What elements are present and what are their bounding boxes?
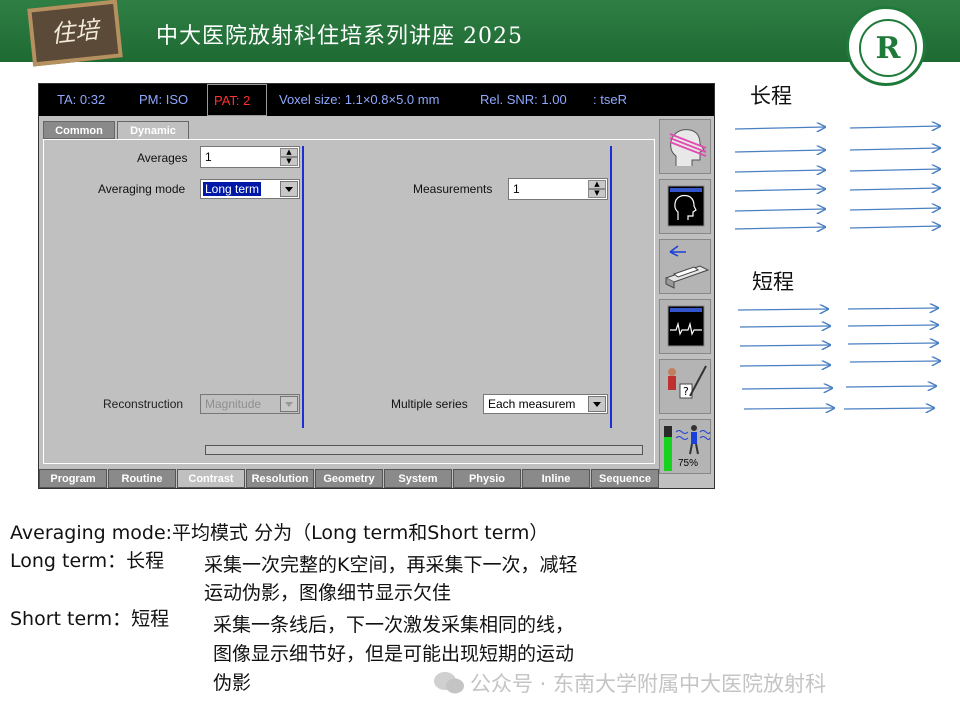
status-snr: Rel. SNR: 1.00 <box>480 92 567 107</box>
status-bar: TA: 0:32 PM: ISO PAT: 2 Voxel size: 1.1×… <box>39 84 714 116</box>
note-short-term-desc1: 采集一条线后，下一次激发采集相同的线， <box>213 614 575 636</box>
long-term-arrows <box>734 115 950 240</box>
averaging-mode-value: Long term <box>201 181 263 197</box>
status-ta: TA: 0:32 <box>57 92 106 107</box>
progress-bar <box>205 445 643 455</box>
note-long-term-desc2: 运动伪影，图像细节显示欠佳 <box>204 582 452 604</box>
patient-table-icon <box>664 245 710 289</box>
status-pat: PAT: 2 <box>214 93 251 108</box>
tab-inline[interactable]: Inline <box>522 469 590 488</box>
measurements-value: 1 <box>513 182 520 196</box>
tab-program[interactable]: Program <box>39 469 107 488</box>
averages-label: Averages <box>137 151 188 165</box>
measurements-stepper[interactable]: 1 ▲ ▼ <box>508 178 608 200</box>
tab-physio[interactable]: Physio <box>453 469 521 488</box>
averaging-mode-label: Averaging mode <box>98 182 186 196</box>
patient-help-icon: ? <box>668 365 707 399</box>
reconstruction-select[interactable]: Magnitude <box>200 394 300 414</box>
tab-sequence[interactable]: Sequence <box>591 469 659 488</box>
status-pm: PM: ISO <box>139 92 189 107</box>
tab-common[interactable]: Common <box>43 121 115 139</box>
slide-header: 住培 中大医院放射科住培系列讲座 2025 <box>0 0 960 67</box>
short-term-label: 短程 <box>752 270 794 294</box>
reconstruction-value: Magnitude <box>205 397 262 411</box>
averages-stepper[interactable]: 1 ▲ ▼ <box>200 146 300 168</box>
tab-routine[interactable]: Routine <box>108 469 176 488</box>
slide-title: 中大医院放射科住培系列讲座 2025 <box>156 24 523 49</box>
sar-percent: 75% <box>678 458 699 469</box>
long-term-label: 长程 <box>750 84 792 108</box>
stepper-arrows-icon[interactable]: ▲ ▼ <box>280 148 298 166</box>
column-divider-right <box>610 146 612 428</box>
tab-contrast[interactable]: Contrast <box>177 469 245 488</box>
chevron-down-icon[interactable] <box>588 396 606 412</box>
tab-system[interactable]: System <box>384 469 452 488</box>
footer-watermark: 公众号 · 东南大学附属中大医院放射科 <box>470 672 827 696</box>
averaging-mode-select[interactable]: Long term <box>200 179 300 199</box>
head-coil-button[interactable] <box>659 119 711 174</box>
wechat-icon <box>434 672 464 694</box>
multiple-series-value: Each measurem <box>488 397 576 411</box>
head-monitor-icon <box>667 185 705 227</box>
chalkboard-logo: 住培 <box>27 0 123 67</box>
note-long-term-term: Long term：长程 <box>10 550 165 572</box>
stepper-arrows-icon[interactable]: ▲ ▼ <box>588 180 606 198</box>
measurements-label: Measurements <box>413 182 493 196</box>
note-averaging-mode: Averaging mode:平均模式 分为（Long term和Short t… <box>10 522 549 544</box>
multiple-series-select[interactable]: Each measurem <box>483 394 608 414</box>
status-pat-box: PAT: 2 <box>207 84 267 116</box>
chevron-down-icon[interactable] <box>280 181 298 197</box>
averages-value: 1 <box>205 150 212 164</box>
tab-geometry[interactable]: Geometry <box>315 469 383 488</box>
sar-level-button[interactable]: 75% <box>659 419 711 474</box>
note-short-term-desc2: 图像显示细节好，但是可能出现短期的运动 <box>213 643 575 665</box>
note-short-term-desc3: 伪影 <box>213 672 252 694</box>
chevron-down-icon[interactable] <box>280 396 298 412</box>
seal-emblem: R <box>859 19 917 77</box>
scanner-protocol-window: TA: 0:32 PM: ISO PAT: 2 Voxel size: 1.1×… <box>38 83 715 489</box>
multiple-series-label: Multiple series <box>391 397 468 411</box>
table-position-button[interactable] <box>659 239 711 294</box>
tab-resolution[interactable]: Resolution <box>246 469 314 488</box>
hospital-seal-logo: R <box>846 6 926 86</box>
status-voxel: Voxel size: 1.1×0.8×5.0 mm <box>279 92 440 107</box>
person-waves-icon <box>675 425 711 455</box>
head-slice-icon <box>669 129 707 166</box>
physio-monitor-button[interactable] <box>659 299 711 354</box>
svg-text:?: ? <box>683 385 689 398</box>
reconstruction-label: Reconstruction <box>103 397 184 411</box>
patient-question-button[interactable]: ? <box>659 359 711 414</box>
note-short-term-term: Short term：短程 <box>10 608 170 630</box>
localizer-view-button[interactable] <box>659 179 711 234</box>
short-term-arrows <box>737 298 950 423</box>
column-divider-left <box>302 146 304 428</box>
note-long-term-desc1: 采集一次完整的K空间，再采集下一次，减轻 <box>204 554 578 576</box>
bottom-tab-strip: Program Routine Contrast Resolution Geom… <box>39 469 659 488</box>
status-sequence: : tseR <box>593 92 627 107</box>
tab-dynamic[interactable]: Dynamic <box>117 121 189 139</box>
ecg-monitor-icon <box>667 305 705 347</box>
board-text: 住培 <box>49 15 101 49</box>
